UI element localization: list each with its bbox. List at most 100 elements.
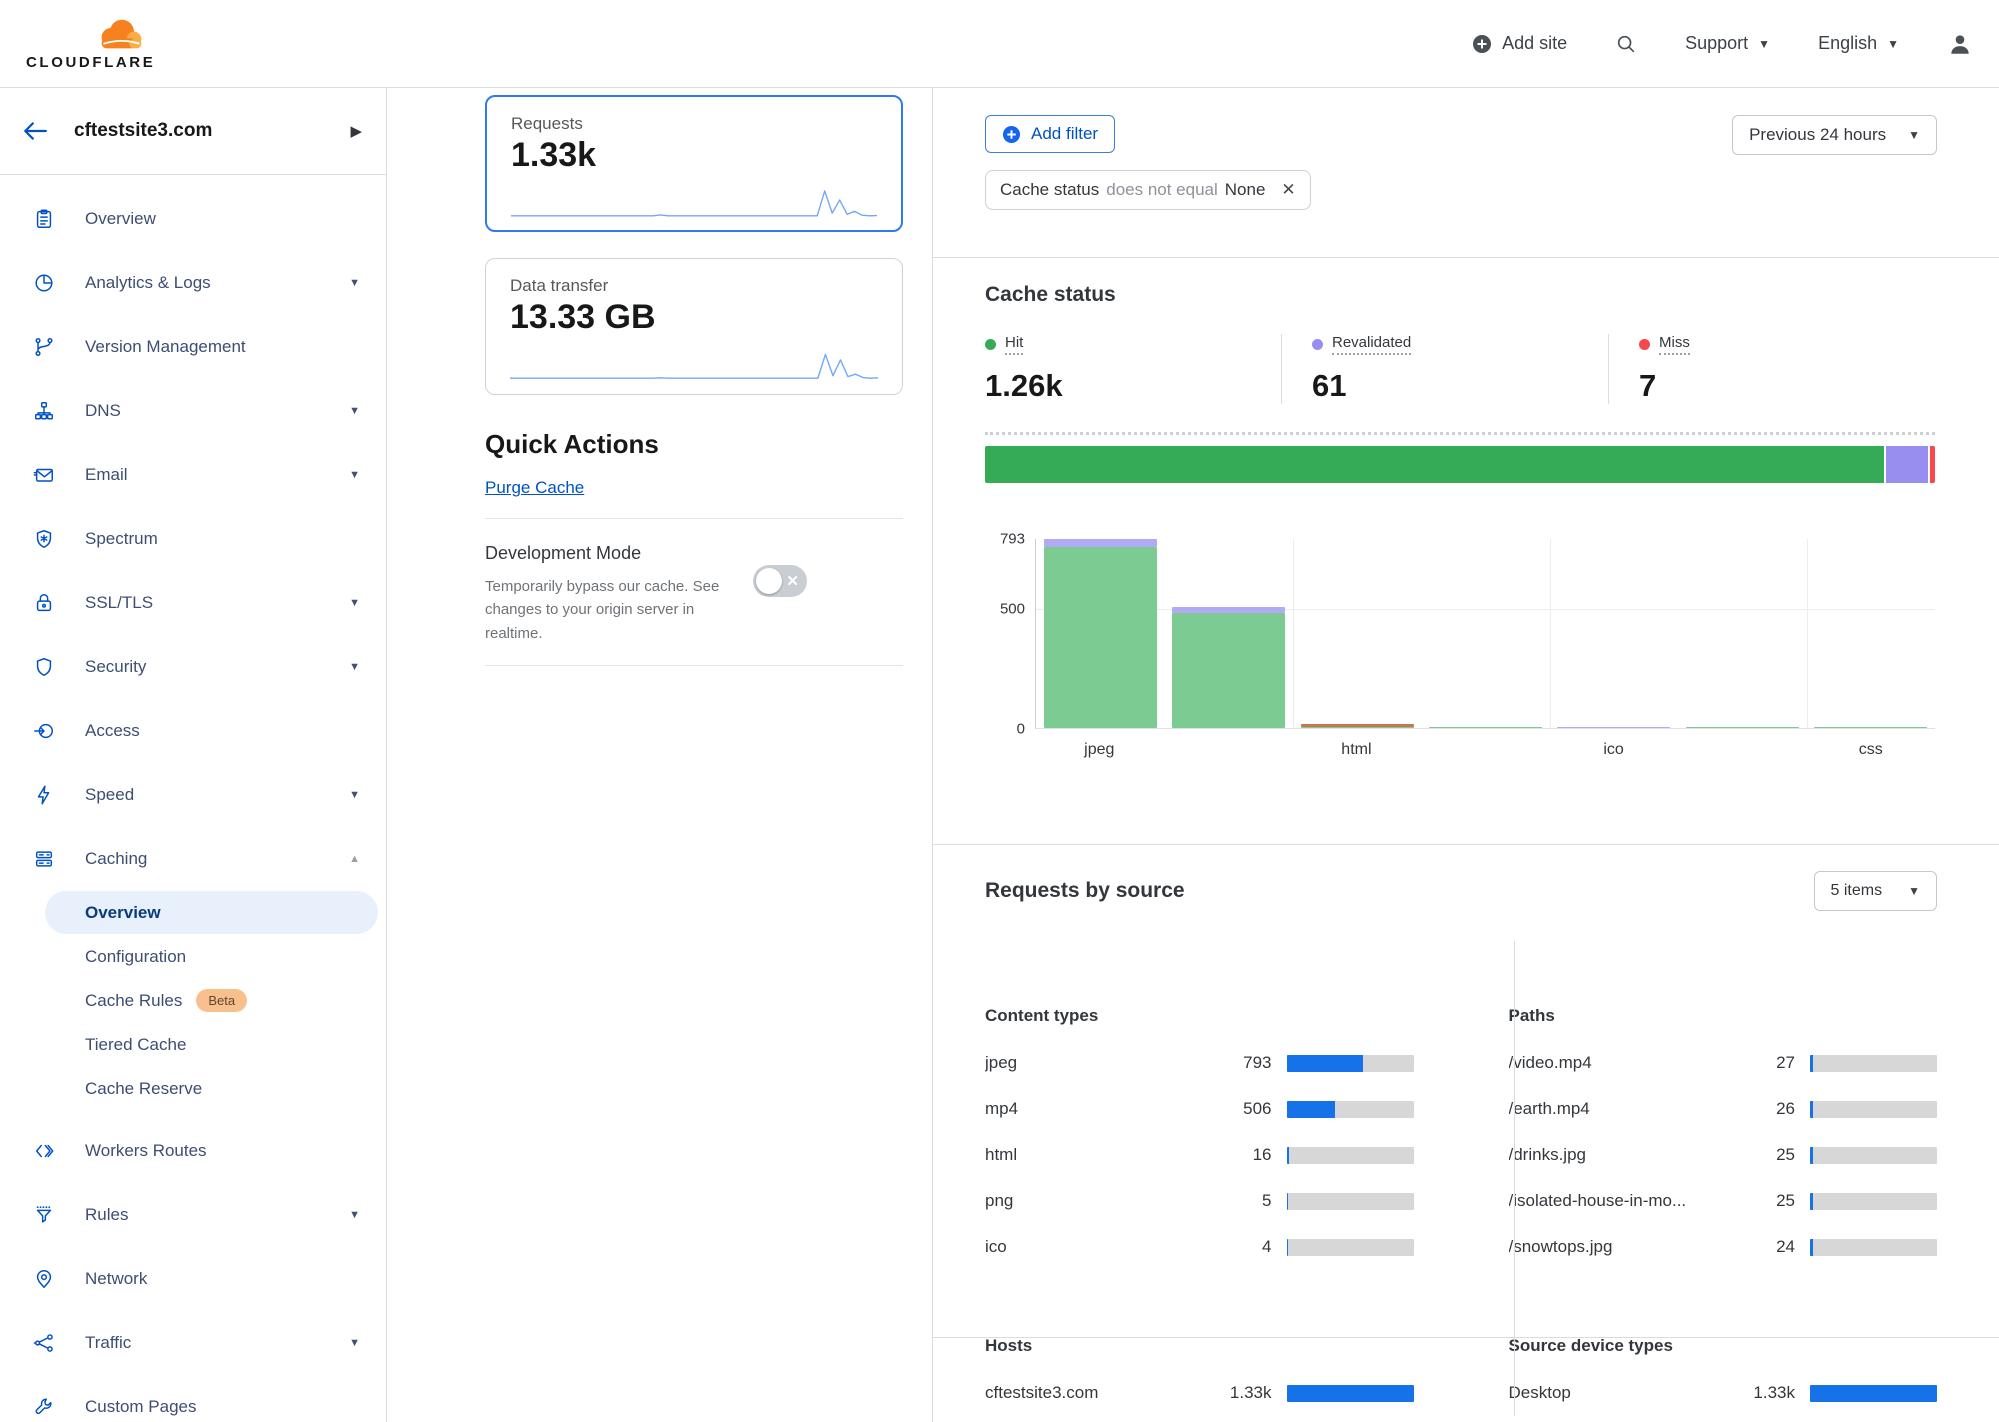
sidebar-item-label: Network	[85, 1269, 147, 1289]
bar-segment-revalidated	[1044, 539, 1157, 547]
search-button[interactable]	[1615, 33, 1637, 55]
chevron-down-icon: ▼	[1887, 37, 1899, 51]
user-menu[interactable]	[1947, 31, 1973, 57]
sidebar-item-email[interactable]: Email▼	[0, 443, 386, 507]
miss-dot-icon	[1639, 339, 1650, 350]
rules-icon	[33, 1204, 55, 1226]
header-actions: Add site Support ▼ English ▼	[1472, 31, 1973, 57]
sidebar-item-traffic[interactable]: Traffic▼	[0, 1311, 386, 1375]
gridline	[1293, 539, 1294, 728]
revalidated-value: 61	[1312, 368, 1608, 404]
time-range-select[interactable]: Previous 24 hours ▼	[1732, 115, 1937, 155]
sidebar-item-spectrum[interactable]: Spectrum	[0, 507, 386, 571]
add-filter-button[interactable]: Add filter	[985, 115, 1115, 153]
sidebar-item-overview[interactable]: Overview	[0, 187, 386, 251]
language-menu[interactable]: English ▼	[1818, 33, 1899, 54]
sidebar-item-label: Access	[85, 721, 140, 741]
meter-bar	[1810, 1193, 1937, 1210]
meter-row-isolated-house-in-mo: /isolated-house-in-mo...25	[1509, 1178, 1938, 1224]
development-mode-toggle[interactable]: ✕	[753, 565, 807, 597]
chevron-down-icon: ▼	[349, 1209, 360, 1221]
chevron-up-icon: ▲	[349, 853, 360, 865]
sidebar-subitem-label: Overview	[85, 903, 161, 923]
cloudflare-wordmark: CLOUDFLARE	[26, 54, 156, 71]
chevron-down-icon: ▼	[349, 789, 360, 801]
meter-row-value: 4	[1208, 1237, 1272, 1257]
sidebar-item-ssl-tls[interactable]: SSL/TLS▼	[0, 571, 386, 635]
sidebar-item-access[interactable]: Access	[0, 699, 386, 763]
filter-bar: Add filter Cache status does not equal N…	[933, 88, 1999, 258]
metrics-column: Requests 1.33k Data transfer 13.33 GB Qu…	[387, 88, 933, 1422]
miss-label[interactable]: Miss	[1659, 334, 1690, 355]
meter-row-label: ico	[985, 1237, 1208, 1257]
hit-value: 1.26k	[985, 368, 1281, 404]
analytics-panel: Add filter Cache status does not equal N…	[933, 88, 1999, 1422]
sidebar: cftestsite3.com ▶ OverviewAnalytics & Lo…	[0, 88, 387, 1422]
sidebar-item-caching[interactable]: Caching▲	[0, 827, 386, 891]
items-count-select[interactable]: 5 items ▼	[1814, 871, 1937, 911]
sidebar-item-rules[interactable]: Rules ▼	[0, 1183, 386, 1247]
sidebar-subitem-overview[interactable]: Overview	[45, 891, 378, 934]
back-arrow-icon[interactable]	[22, 120, 48, 142]
filter-operator: does not equal	[1106, 180, 1218, 200]
x-tick-label: html	[1341, 741, 1371, 759]
meter-bar	[1287, 1385, 1414, 1402]
plus-circle-icon	[1002, 125, 1021, 144]
development-mode-title: Development Mode	[485, 543, 735, 564]
meter-bar	[1287, 1147, 1414, 1164]
chart-y-axis: 7935000	[985, 539, 1035, 729]
sidebar-item-version-management[interactable]: Version Management	[0, 315, 386, 379]
paths-heading: Paths	[1509, 1006, 1938, 1026]
cloudflare-logo[interactable]: CLOUDFLARE	[26, 16, 156, 71]
chevron-down-icon: ▼	[349, 1337, 360, 1349]
sidebar-item-speed[interactable]: Speed▼	[0, 763, 386, 827]
sidebar-item-label: Rules	[85, 1205, 128, 1225]
meter-row-value: 16	[1208, 1145, 1272, 1165]
chevron-right-icon[interactable]: ▶	[350, 122, 362, 140]
cloudflare-dashboard: CLOUDFLARE Add site Support ▼ English ▼	[0, 0, 1999, 1422]
sidebar-item-custom-pages[interactable]: Custom Pages	[0, 1375, 386, 1422]
sidebar-item-label: Security	[85, 657, 146, 677]
chart-x-axis: jpeghtmlicocss	[1035, 729, 1935, 765]
meter-row-value: 1.33k	[1731, 1383, 1795, 1403]
sidebar-item-label: SSL/TLS	[85, 593, 153, 613]
sidebar-subitem-label: Configuration	[85, 947, 186, 967]
sidebar-subitem-tiered-cache[interactable]: Tiered Cache	[45, 1023, 378, 1066]
meter-row-label: png	[985, 1191, 1208, 1211]
sidebar-item-network[interactable]: Network	[0, 1247, 386, 1311]
data-transfer-sparkline	[510, 345, 878, 381]
meter-row-value: 506	[1208, 1099, 1272, 1119]
bar-segment-revalidated	[1172, 607, 1285, 613]
dotted-rule	[985, 432, 1935, 435]
stacked-segment-revalidated	[1886, 446, 1930, 483]
sidebar-subitem-configuration[interactable]: Configuration	[45, 935, 378, 978]
sidebar-item-dns[interactable]: DNS▼	[0, 379, 386, 443]
sidebar-item-security[interactable]: Security▼	[0, 635, 386, 699]
remove-filter-icon[interactable]: ✕	[1281, 180, 1295, 200]
sidebar-item-workers-routes[interactable]: Workers Routes	[0, 1119, 386, 1183]
filter-value: None	[1225, 180, 1266, 200]
chevron-down-icon: ▼	[349, 469, 360, 481]
requests-by-source-section: Requests by source 5 items ▼ Content typ…	[933, 845, 1999, 1416]
sidebar-subitem-cache-rules[interactable]: Cache RulesBeta	[45, 979, 378, 1022]
purge-cache-link[interactable]: Purge Cache	[485, 478, 584, 498]
version-icon	[33, 336, 55, 358]
meter-row-cftestsite3-com: cftestsite3.com1.33k	[985, 1370, 1414, 1416]
support-menu[interactable]: Support ▼	[1685, 33, 1770, 54]
meter-row-drinks-jpg: /drinks.jpg25	[1509, 1132, 1938, 1178]
requests-metric-card[interactable]: Requests 1.33k	[485, 95, 903, 232]
add-site-button[interactable]: Add site	[1472, 33, 1567, 54]
meter-row-desktop: Desktop1.33k	[1509, 1370, 1938, 1416]
sidebar-item-label: Spectrum	[85, 529, 158, 549]
analytics-icon	[33, 272, 55, 294]
custom-pages-icon	[33, 1396, 55, 1418]
access-icon	[33, 720, 55, 742]
security-icon	[33, 656, 55, 678]
data-transfer-metric-card[interactable]: Data transfer 13.33 GB	[485, 258, 903, 395]
meter-row-value: 26	[1731, 1099, 1795, 1119]
meter-row-label: html	[985, 1145, 1208, 1165]
revalidated-label[interactable]: Revalidated	[1332, 334, 1411, 355]
hit-label[interactable]: Hit	[1005, 334, 1023, 355]
sidebar-item-analytics-logs[interactable]: Analytics & Logs▼	[0, 251, 386, 315]
sidebar-subitem-cache-reserve[interactable]: Cache Reserve	[45, 1067, 378, 1110]
